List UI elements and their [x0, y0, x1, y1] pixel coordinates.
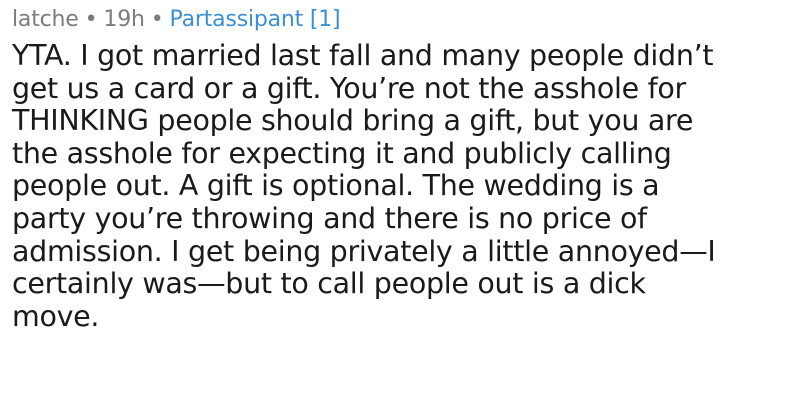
- comment-body-line: get us a card or a gift. You’re not the …: [12, 71, 686, 105]
- comment-body-line: admission. I get being privately a littl…: [12, 234, 716, 268]
- comment-body: YTA. I got married last fall and many pe…: [12, 39, 792, 333]
- comment-body-line: the asshole for expecting it and publicl…: [12, 136, 672, 170]
- meta-separator: •: [84, 7, 98, 32]
- comment-username[interactable]: latche: [12, 7, 79, 32]
- comment-body-line: move.: [12, 299, 100, 333]
- comment-body-line: certainly was—but to call people out is …: [12, 267, 646, 301]
- comment-body-line: people out. A gift is optional. The wedd…: [12, 169, 660, 203]
- meta-separator: •: [150, 7, 164, 32]
- comment-meta: latche • 19h • Partassipant [1]: [12, 4, 792, 36]
- comment-body-line: YTA. I got married last fall and many pe…: [12, 39, 714, 72]
- comment-age[interactable]: 19h: [103, 7, 145, 32]
- user-flair: Partassipant [1]: [169, 7, 341, 32]
- comment-body-line: THINKING people should bring a gift, but…: [12, 104, 694, 138]
- comment: latche • 19h • Partassipant [1] YTA. I got m…: [12, 4, 792, 333]
- comment-body-line: party you’re throwing and there is no pr…: [12, 201, 647, 235]
